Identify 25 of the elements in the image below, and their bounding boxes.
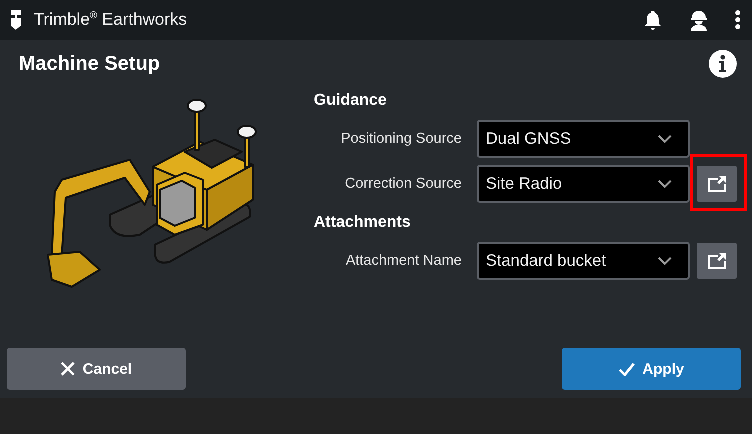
info-icon[interactable] [708, 49, 738, 79]
chevron-down-icon [658, 180, 672, 188]
shovel-icon [8, 9, 24, 31]
section-heading: Guidance [314, 92, 388, 111]
chevron-down-icon [658, 134, 672, 144]
more-icon[interactable] [734, 9, 742, 31]
close-icon [60, 362, 75, 376]
open-external-button[interactable] [697, 243, 737, 279]
open-external-button[interactable] [697, 166, 737, 202]
chevron-down-icon [658, 256, 672, 266]
open-external-icon [706, 251, 728, 271]
dropdown[interactable]: Standard bucket [477, 242, 690, 280]
open-external-icon [706, 174, 728, 194]
field-label: Positioning Source [340, 131, 462, 147]
cancel-button[interactable]: Cancel [7, 348, 186, 390]
app-title: Trimble$^{®}$ Earthworks [34, 10, 188, 30]
section-heading: Attachments [314, 214, 412, 233]
field-label: Attachment Name [344, 253, 462, 269]
dropdown[interactable]: Dual GNSS [477, 120, 690, 158]
page-title: Machine Setup [19, 52, 160, 76]
worker-icon[interactable] [688, 9, 710, 31]
dropdown[interactable]: Site Radio [477, 165, 690, 203]
checkmark-icon [618, 362, 635, 376]
apply-button[interactable]: Apply [562, 348, 741, 390]
field-label: Correction Source [344, 176, 462, 192]
